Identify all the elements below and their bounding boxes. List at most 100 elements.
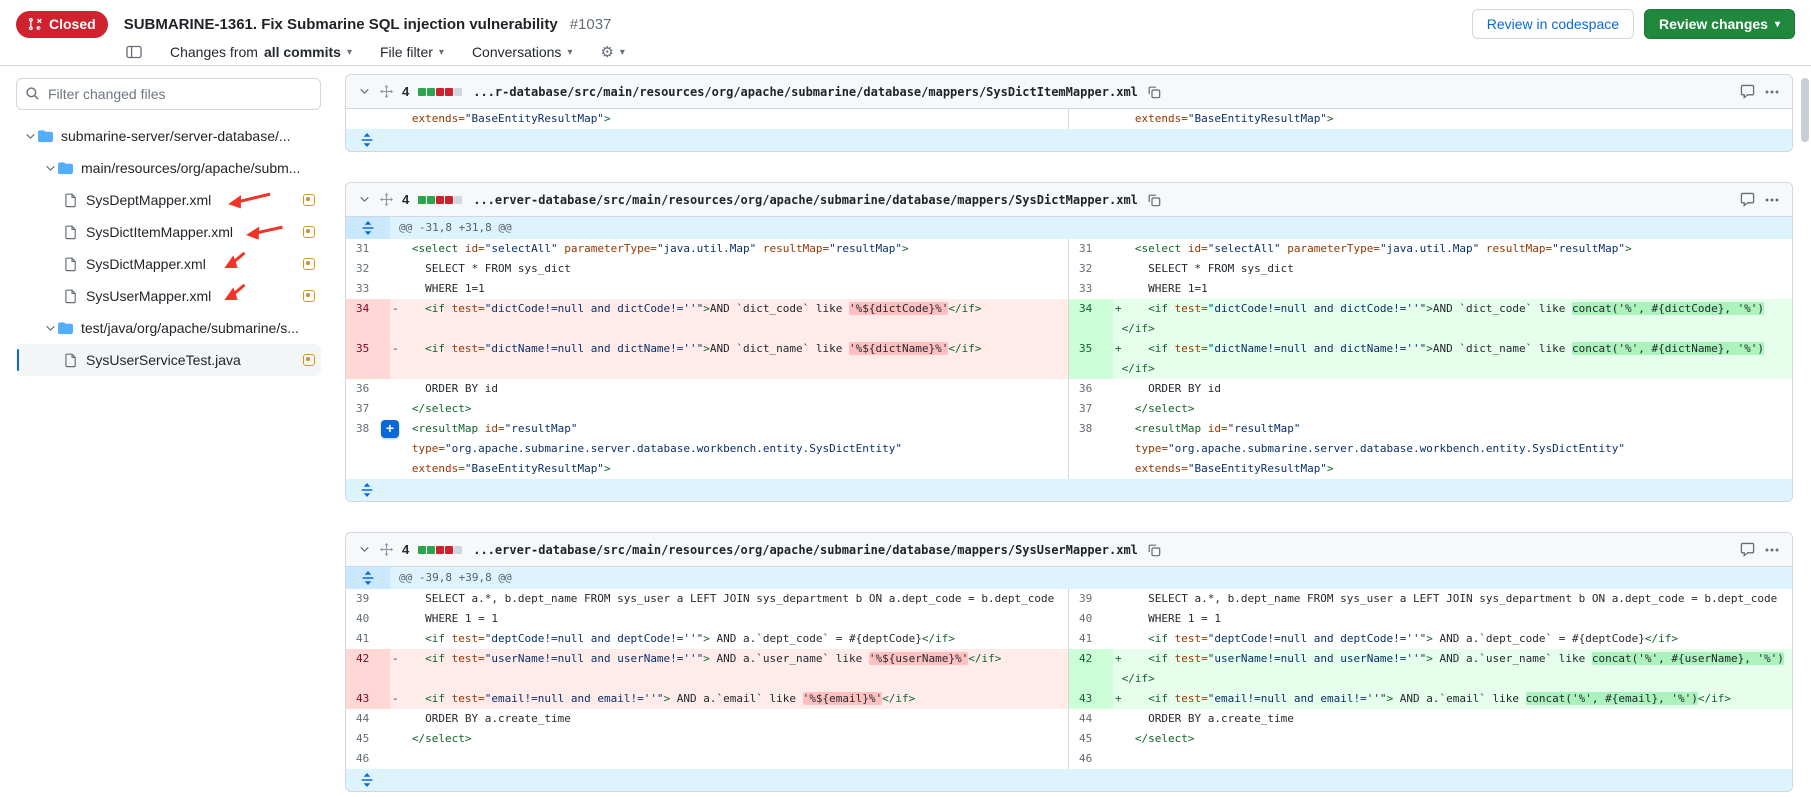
line-number[interactable]: 42	[346, 649, 390, 689]
expand-diff-bar[interactable]	[346, 479, 1792, 501]
code-cell: extends="BaseEntityResultMap">	[1113, 109, 1792, 129]
add-comment-button[interactable]: +	[381, 420, 399, 438]
diff-file-header: 4...r-database/src/main/resources/org/ap…	[346, 75, 1792, 109]
line-number[interactable]: 37	[1069, 399, 1113, 419]
line-number[interactable]: 45	[346, 729, 390, 749]
line-number[interactable]: 37	[346, 399, 390, 419]
diff-pane-new: 45 </select>	[1069, 729, 1792, 749]
hunk-header-row: @@ -31,8 +31,8 @@	[346, 217, 1792, 239]
line-number[interactable]: 32	[1069, 259, 1113, 279]
diff-settings-gear[interactable]: ⚙ ▾	[600, 43, 624, 61]
file-path: ...erver-database/src/main/resources/org…	[473, 543, 1138, 557]
line-number[interactable]: 41	[1069, 629, 1113, 649]
tree-item-label: SysDictItemMapper.xml	[86, 224, 233, 240]
page-scrollbar-thumb[interactable]	[1801, 78, 1809, 142]
chevron-down-icon	[42, 162, 58, 175]
line-number[interactable]: 36	[346, 379, 390, 399]
diff-file-section: 4...r-database/src/main/resources/org/ap…	[345, 74, 1793, 152]
folder-icon	[58, 321, 73, 335]
diff-line-row: 32 SELECT * FROM sys_dict32 SELECT * FRO…	[346, 259, 1792, 279]
move-handle-icon[interactable]	[380, 85, 393, 98]
line-number[interactable]: 40	[1069, 609, 1113, 629]
code-cell: </select>	[1113, 399, 1792, 419]
line-number[interactable]: 34	[1069, 299, 1113, 339]
file-tree-folder[interactable]: test/java/org/apache/submarine/s...	[16, 312, 321, 344]
copy-path-button[interactable]	[1147, 85, 1161, 99]
line-number[interactable]: 38	[1069, 419, 1113, 479]
expand-diff-bar[interactable]	[346, 769, 1792, 791]
line-number[interactable]: 46	[346, 749, 390, 769]
line-number[interactable]: 39	[346, 589, 390, 609]
changes-from-dropdown[interactable]: Changes from all commits ▾	[170, 44, 352, 60]
line-number[interactable]	[346, 109, 390, 129]
diff-pane-new: 38 <resultMap id="resultMap" type="org.a…	[1069, 419, 1792, 479]
conversations-dropdown[interactable]: Conversations ▾	[472, 44, 573, 60]
file-tree-file[interactable]: SysUserMapper.xml	[16, 280, 321, 312]
file-tree-file[interactable]: SysDeptMapper.xml	[16, 184, 321, 216]
file-tree-file[interactable]: SysUserServiceTest.java	[16, 344, 321, 376]
comment-button[interactable]	[1740, 192, 1755, 207]
move-handle-icon[interactable]	[380, 193, 393, 206]
line-number[interactable]: 40	[346, 609, 390, 629]
chevron-down-icon: ▾	[620, 47, 625, 58]
expand-diff-bar[interactable]	[346, 129, 1792, 151]
line-number[interactable]: 43	[346, 689, 390, 709]
file-filter-dropdown[interactable]: File filter ▾	[380, 44, 444, 60]
line-number[interactable]: 42	[1069, 649, 1113, 689]
line-number[interactable]: 35	[1069, 339, 1113, 379]
diff-pane-new: 34+ <if test="dictCode!=null and dictCod…	[1069, 299, 1792, 339]
comment-button[interactable]	[1740, 84, 1755, 99]
line-number[interactable]: 38+	[346, 419, 390, 479]
expand-hunk-button[interactable]	[346, 567, 390, 589]
line-number[interactable]: 43	[1069, 689, 1113, 709]
file-tree-file[interactable]: SysDictMapper.xml	[16, 248, 321, 280]
file-tree-file[interactable]: SysDictItemMapper.xml	[16, 216, 321, 248]
diff-line-row: 43- <if test="email!=null and email!=''"…	[346, 689, 1792, 709]
line-number[interactable]: 31	[346, 239, 390, 259]
sidebar-toggle-button[interactable]	[126, 44, 142, 60]
diff-line-row: 41 <if test="deptCode!=null and deptCode…	[346, 629, 1792, 649]
filter-changed-files-input[interactable]	[16, 78, 321, 110]
collapse-file-chevron-icon[interactable]	[358, 193, 371, 206]
collapse-file-chevron-icon[interactable]	[358, 543, 371, 556]
expand-hunk-button[interactable]	[346, 217, 390, 239]
pr-status-label: Closed	[49, 16, 96, 32]
diff-line-row: 34- <if test="dictCode!=null and dictCod…	[346, 299, 1792, 339]
copy-path-button[interactable]	[1147, 193, 1161, 207]
review-changes-button[interactable]: Review changes ▾	[1644, 9, 1795, 39]
chevron-down-icon: ▾	[1775, 19, 1780, 30]
move-handle-icon[interactable]	[380, 543, 393, 556]
file-menu-kebab-button[interactable]	[1764, 192, 1780, 208]
diff-pane-new: 32 SELECT * FROM sys_dict	[1069, 259, 1792, 279]
line-number[interactable]: 35	[346, 339, 390, 379]
diff-pane-new: 31 <select id="selectAll" parameterType=…	[1069, 239, 1792, 259]
code-cell: <select id="selectAll" parameterType="ja…	[390, 239, 1068, 259]
line-number[interactable]: 36	[1069, 379, 1113, 399]
line-number[interactable]: 33	[1069, 279, 1113, 299]
line-number[interactable]: 44	[346, 709, 390, 729]
line-number[interactable]: 32	[346, 259, 390, 279]
line-number[interactable]: 45	[1069, 729, 1113, 749]
collapse-file-chevron-icon[interactable]	[358, 85, 371, 98]
line-number[interactable]: 34	[346, 299, 390, 339]
file-menu-kebab-button[interactable]	[1764, 542, 1780, 558]
review-in-codespace-button[interactable]: Review in codespace	[1472, 9, 1634, 39]
line-number[interactable]: 33	[346, 279, 390, 299]
line-number[interactable]: 41	[346, 629, 390, 649]
code-cell: - <if test="dictCode!=null and dictCode!…	[390, 299, 1068, 339]
comment-button[interactable]	[1740, 542, 1755, 557]
line-number[interactable]: 39	[1069, 589, 1113, 609]
line-number[interactable]: 44	[1069, 709, 1113, 729]
copy-path-button[interactable]	[1147, 543, 1161, 557]
tree-item-label: test/java/org/apache/submarine/s...	[81, 320, 299, 336]
line-number[interactable]: 46	[1069, 749, 1113, 769]
file-tree-folder[interactable]: main/resources/org/apache/subm...	[16, 152, 321, 184]
diff-pane-old: 38+ <resultMap id="resultMap" type="org.…	[346, 419, 1069, 479]
line-number[interactable]: 31	[1069, 239, 1113, 259]
code-cell: SELECT a.*, b.dept_name FROM sys_user a …	[1113, 589, 1792, 609]
file-tree-folder[interactable]: submarine-server/server-database/...	[16, 120, 321, 152]
diffstat-square-neutral	[454, 546, 462, 554]
search-icon	[25, 86, 40, 104]
file-menu-kebab-button[interactable]	[1764, 84, 1780, 100]
line-number[interactable]	[1069, 109, 1113, 129]
